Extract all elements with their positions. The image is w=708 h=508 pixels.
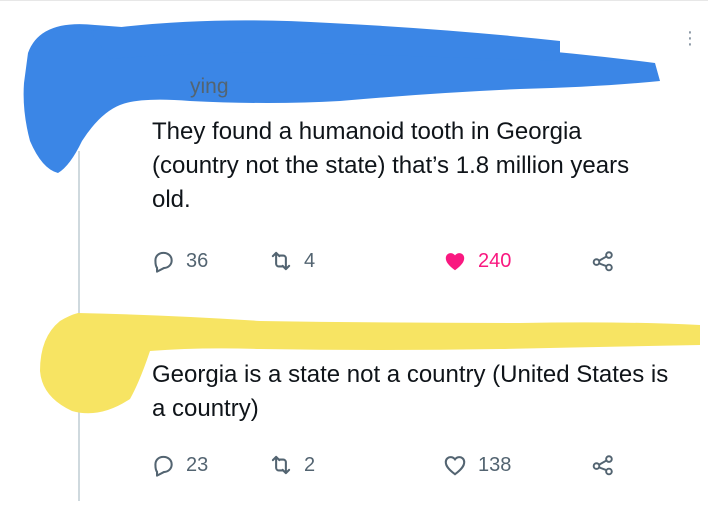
like-count: 240 xyxy=(478,249,512,272)
reply-button[interactable]: 36 xyxy=(150,245,208,277)
tweet-thread-screenshot: · · · ying They found a humanoid tooth in … xyxy=(0,0,708,508)
retweet-button[interactable]: 4 xyxy=(268,245,315,277)
share-icon xyxy=(592,251,613,272)
reply-count: 36 xyxy=(186,249,209,272)
retweet-count: 2 xyxy=(304,453,316,476)
retweet-icon xyxy=(271,455,291,475)
reply-icon xyxy=(154,251,173,273)
heart-icon xyxy=(445,253,465,271)
retweet-button[interactable]: 2 xyxy=(268,449,315,481)
like-button[interactable]: 138 xyxy=(442,449,511,481)
tweet-actions-2: 23 2 138 xyxy=(150,449,630,481)
retweet-count: 4 xyxy=(304,249,316,272)
heart-icon xyxy=(444,456,466,476)
like-button[interactable]: 240 xyxy=(442,245,511,277)
tweet-text: They found a humanoid tooth in Georgia (… xyxy=(152,118,630,213)
share-icon xyxy=(592,455,613,476)
share-button[interactable] xyxy=(590,245,626,277)
reply-count: 23 xyxy=(186,453,209,476)
like-count: 138 xyxy=(478,453,512,476)
tweet-actions-1: 36 4 240 xyxy=(150,245,630,277)
replying-to-text: ying xyxy=(190,75,229,98)
reply-icon xyxy=(154,455,173,477)
share-button[interactable] xyxy=(590,449,626,481)
tweet-text: Georgia is a state not a country (United… xyxy=(152,361,669,422)
reply-button[interactable]: 23 xyxy=(150,449,208,481)
retweet-icon xyxy=(271,251,291,271)
